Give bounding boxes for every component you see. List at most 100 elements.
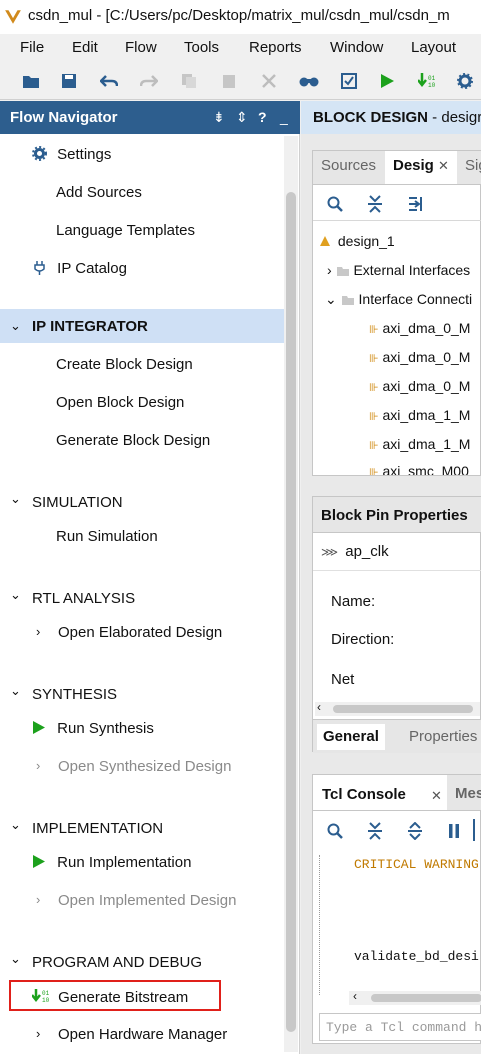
- delete-icon[interactable]: [258, 70, 280, 92]
- clock-pin-icon: ⋙: [321, 545, 339, 559]
- close-icon[interactable]: ✕: [438, 158, 449, 173]
- tree-leaf[interactable]: ⊪ axi_dma_0_M: [369, 320, 470, 336]
- minimize-icon[interactable]: _: [280, 109, 288, 125]
- bitstream-icon[interactable]: 01 10: [416, 70, 438, 92]
- vivado-logo-icon: [5, 10, 21, 24]
- section-implementation[interactable]: IMPLEMENTATION: [32, 820, 163, 837]
- tab-sources[interactable]: Sources: [313, 151, 384, 184]
- menu-edit[interactable]: Edit: [72, 39, 98, 56]
- nav-item-open-implemented-design[interactable]: Open Implemented Design: [58, 892, 236, 909]
- menu-bar: File Edit Flow Tools Reports Window Layo…: [0, 34, 481, 62]
- section-program-and-debug[interactable]: PROGRAM AND DEBUG: [32, 954, 202, 971]
- chevron-down-icon: ⌄: [325, 291, 337, 307]
- redo-icon[interactable]: [138, 70, 160, 92]
- tab-tcl-console[interactable]: Tcl Console ✕: [313, 775, 447, 810]
- field-direction-label: Direction:: [331, 631, 395, 648]
- menu-tools[interactable]: Tools: [184, 39, 219, 56]
- run-icon[interactable]: [376, 70, 398, 92]
- console-line: validate_bd_desi: [354, 949, 479, 964]
- section-synthesis[interactable]: SYNTHESIS: [32, 686, 117, 703]
- properties-hscrollbar[interactable]: ‹: [315, 700, 480, 716]
- chevron-right-icon[interactable]: ›: [36, 758, 40, 773]
- open-folder-icon[interactable]: [20, 70, 42, 92]
- nav-item-add-sources[interactable]: Add Sources: [56, 184, 142, 201]
- nav-item-run-synthesis[interactable]: Run Synthesis: [32, 720, 154, 737]
- menu-flow[interactable]: Flow: [125, 39, 157, 56]
- tab-messages[interactable]: Mes: [455, 785, 481, 802]
- chevron-down-icon[interactable]: ⌄: [10, 951, 21, 967]
- nav-item-open-hardware-manager[interactable]: Open Hardware Manager: [58, 1026, 227, 1043]
- nav-item-language-templates[interactable]: Language Templates: [56, 222, 195, 239]
- menu-window[interactable]: Window: [330, 39, 383, 56]
- svg-text:01: 01: [428, 75, 436, 82]
- tree-node[interactable]: › External Interfaces: [327, 262, 470, 278]
- console-hscrollbar[interactable]: ‹: [349, 989, 481, 1005]
- copy-icon[interactable]: [178, 70, 200, 92]
- nav-item-ip-catalog[interactable]: IP Catalog: [32, 260, 127, 277]
- chevron-down-icon[interactable]: ⌄: [10, 587, 21, 603]
- nav-item-create-block-design[interactable]: Create Block Design: [56, 356, 193, 373]
- chevron-down-icon: ⌄: [10, 318, 21, 333]
- section-rtl-analysis[interactable]: RTL ANALYSIS: [32, 590, 135, 607]
- search-icon[interactable]: [327, 196, 343, 212]
- tree-leaf[interactable]: ⊪ axi_dma_1_M: [369, 436, 470, 452]
- chevron-right-icon[interactable]: ›: [36, 1026, 40, 1041]
- section-ip-integrator[interactable]: ⌄ IP INTEGRATOR: [0, 309, 284, 343]
- gear-icon[interactable]: [454, 70, 476, 92]
- close-icon[interactable]: ✕: [431, 788, 442, 804]
- chevron-down-icon[interactable]: ⌄: [10, 817, 21, 833]
- chevron-right-icon: ›: [327, 262, 332, 278]
- nav-item-open-elaborated-design[interactable]: Open Elaborated Design: [58, 624, 222, 641]
- nav-item-run-implementation[interactable]: Run Implementation: [32, 854, 191, 871]
- nav-item-label: Generate Bitstream: [58, 989, 189, 1006]
- tab-properties[interactable]: Properties: [409, 728, 477, 745]
- tab-general[interactable]: General: [317, 724, 385, 750]
- nav-item-label: Run Synthesis: [57, 720, 154, 737]
- field-net-label: Net: [331, 671, 355, 688]
- chevron-right-icon[interactable]: ›: [36, 892, 40, 907]
- menu-layout[interactable]: Layout: [411, 39, 456, 56]
- menu-reports[interactable]: Reports: [249, 39, 302, 56]
- collapse-all-icon[interactable]: [367, 195, 383, 213]
- nav-item-open-synthesized-design[interactable]: Open Synthesized Design: [58, 758, 231, 775]
- search-icon[interactable]: [327, 823, 343, 839]
- chevron-down-icon[interactable]: ⌄: [10, 683, 21, 699]
- save-icon[interactable]: [58, 70, 80, 92]
- undo-icon[interactable]: [98, 70, 120, 92]
- title-bar: csdn_mul - [C:/Users/pc/Desktop/matrix_m…: [0, 0, 481, 34]
- nav-item-label: Run Implementation: [57, 854, 192, 871]
- nav-item-run-simulation[interactable]: Run Simulation: [56, 528, 158, 545]
- hierarchy-icon[interactable]: [407, 195, 423, 213]
- validate-icon[interactable]: [338, 70, 360, 92]
- tree-leaf[interactable]: ⊪ axi_dma_0_M: [369, 378, 470, 394]
- nav-item-settings[interactable]: Settings: [32, 146, 111, 163]
- console-line: CRITICAL WARNING: [354, 857, 479, 872]
- nav-item-generate-block-design[interactable]: Generate Block Design: [56, 432, 210, 449]
- section-simulation[interactable]: SIMULATION: [32, 494, 123, 511]
- binoculars-icon[interactable]: [298, 70, 320, 92]
- nav-item-open-block-design[interactable]: Open Block Design: [56, 394, 184, 411]
- menu-file[interactable]: File: [20, 39, 44, 56]
- tab-design[interactable]: Desig ✕: [385, 151, 457, 184]
- help-icon[interactable]: ?: [258, 109, 267, 125]
- tree-leaf[interactable]: ⊪ axi_smc_M00: [369, 463, 469, 475]
- interface-icon: ⊪: [369, 411, 379, 423]
- expand-all-icon[interactable]: ⇕: [236, 109, 248, 126]
- run-icon: [33, 721, 45, 734]
- paste-icon[interactable]: [218, 70, 240, 92]
- design-tabs: Sources Desig ✕ Sig: [313, 151, 481, 185]
- tcl-command-input[interactable]: Type a Tcl command h: [319, 1013, 481, 1041]
- chevron-right-icon[interactable]: ›: [36, 624, 40, 639]
- expand-all-icon[interactable]: [407, 822, 423, 840]
- tree-node[interactable]: ⌄ Interface Connecti: [325, 291, 472, 308]
- tree-leaf[interactable]: ⊪ axi_dma_0_M: [369, 349, 470, 365]
- tree-root[interactable]: design_1: [319, 233, 395, 249]
- flow-navigator-scrollbar[interactable]: [284, 136, 298, 1052]
- collapse-all-icon[interactable]: [367, 822, 383, 840]
- collapse-all-icon[interactable]: ⇟: [213, 109, 225, 126]
- pause-icon[interactable]: [447, 823, 461, 839]
- tab-signals[interactable]: Sig: [457, 151, 481, 184]
- tree-leaf[interactable]: ⊪ axi_dma_1_M: [369, 407, 470, 423]
- chevron-down-icon[interactable]: ⌄: [10, 491, 21, 507]
- nav-item-generate-bitstream[interactable]: 01 10 Generate Bitstream: [31, 988, 189, 1006]
